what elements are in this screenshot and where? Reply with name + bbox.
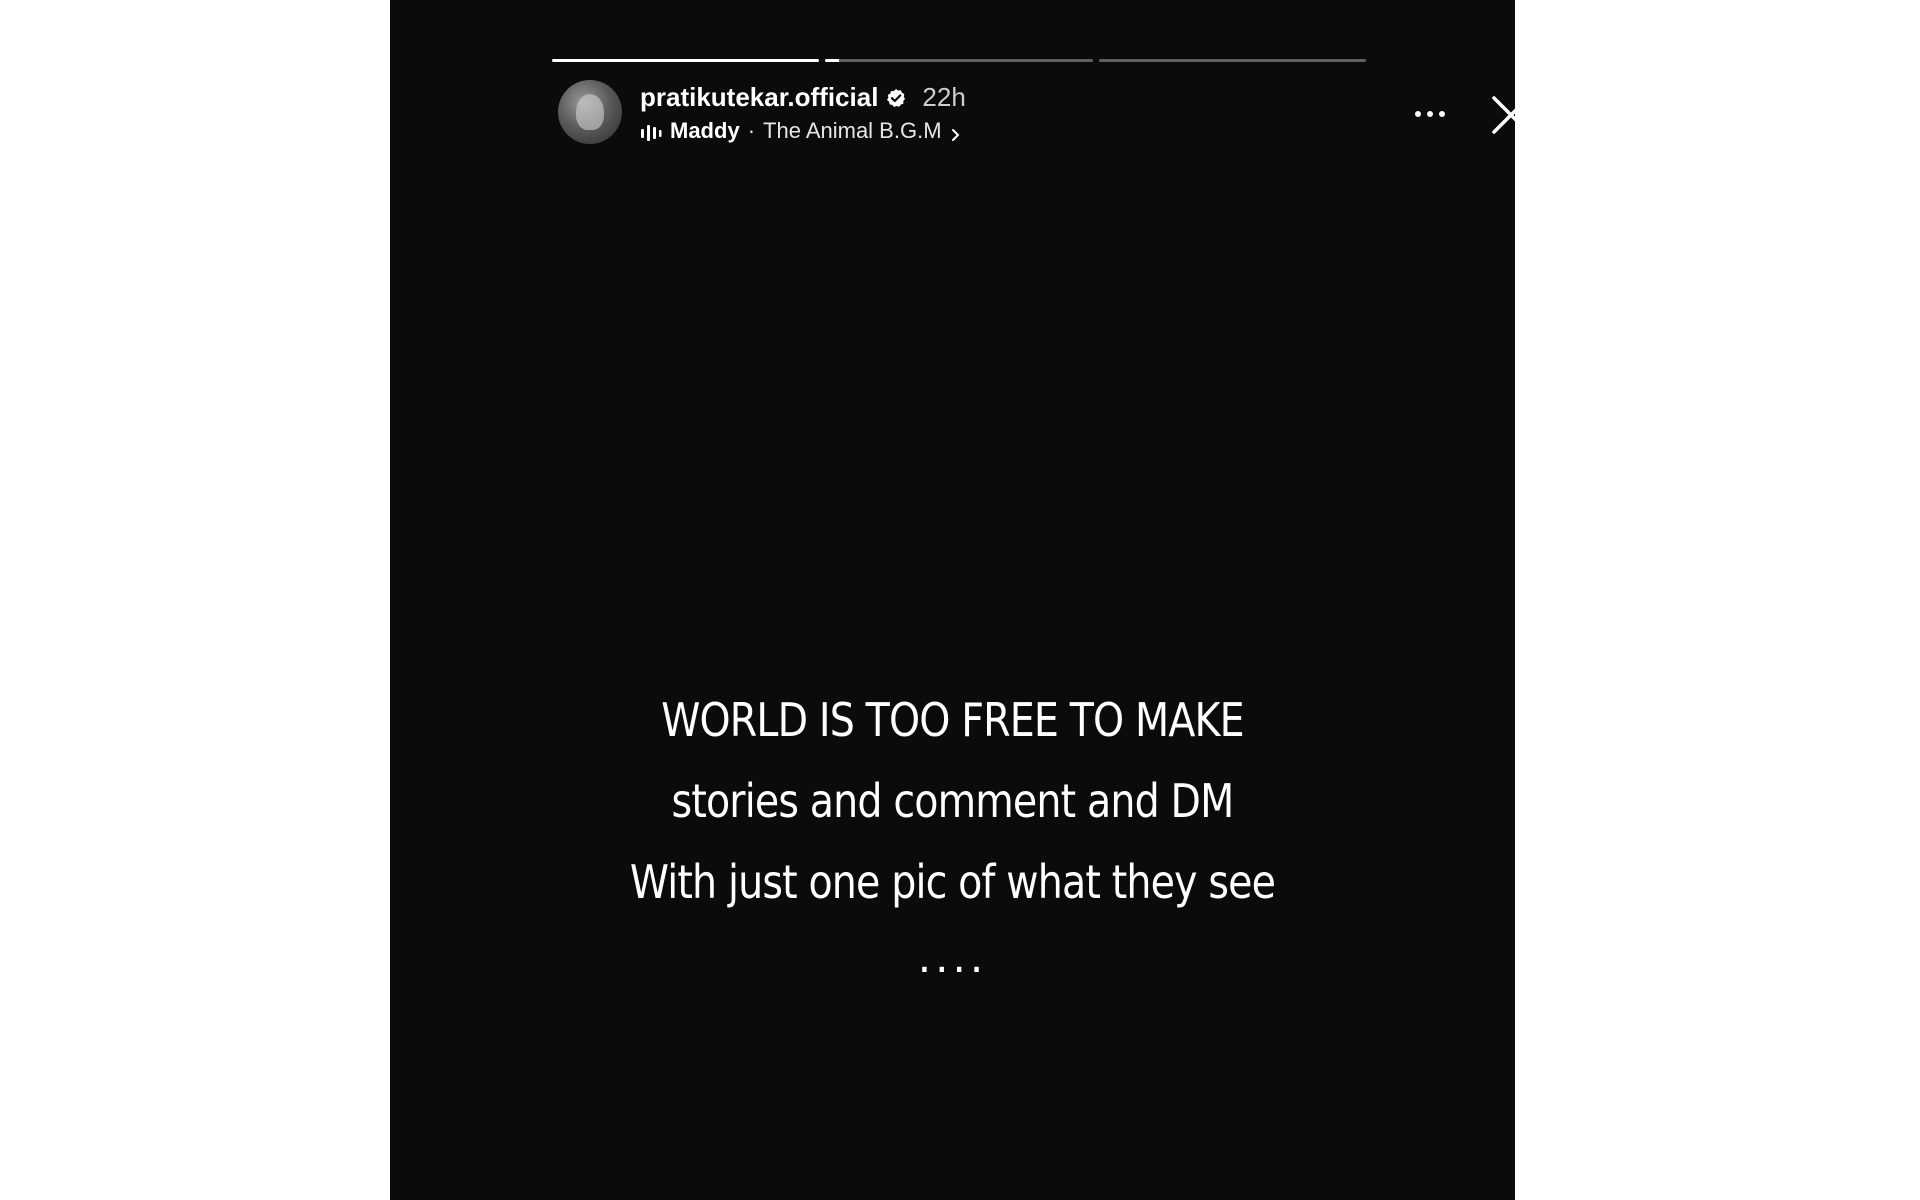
progress-segment [825,59,1093,62]
close-button[interactable] [1488,92,1534,138]
verified-badge-icon [886,88,906,108]
chevron-right-icon [950,123,962,141]
music-info[interactable]: Maddy · The Animal B.G.M [640,118,962,144]
story-progress-bar [552,59,1366,63]
close-icon [1492,96,1530,134]
progress-segment [552,59,820,62]
progress-fill [825,59,839,62]
story-viewer[interactable]: pratikutekar.official 22h Maddy · The An… [390,0,1530,1200]
user-line: pratikutekar.official 22h [640,82,966,113]
timestamp: 22h [922,82,966,112]
story-text-overlay: WORLD IS TOO FREE TO MAKE stories and co… [390,680,1515,998]
audio-bars-icon [640,122,662,141]
story-text-line: With just one pic of what they see [629,855,1276,909]
username[interactable]: pratikutekar.official [640,82,878,113]
story-text-line: WORLD IS TOO FREE TO MAKE [661,693,1244,747]
music-song-title: The Animal B.G.M [763,118,942,143]
progress-fill [552,59,820,62]
avatar[interactable] [558,80,622,144]
story-text-ellipsis: .... [917,933,988,982]
story-text-line: stories and comment and DM [671,774,1235,828]
avatar-photo [576,94,604,130]
music-artist: Maddy [670,118,740,143]
more-options-button[interactable] [1410,102,1450,126]
music-separator: · [747,118,756,143]
more-horizontal-icon [1415,111,1445,117]
progress-segment [1098,59,1366,62]
story-header: pratikutekar.official 22h Maddy · The An… [558,80,1530,146]
